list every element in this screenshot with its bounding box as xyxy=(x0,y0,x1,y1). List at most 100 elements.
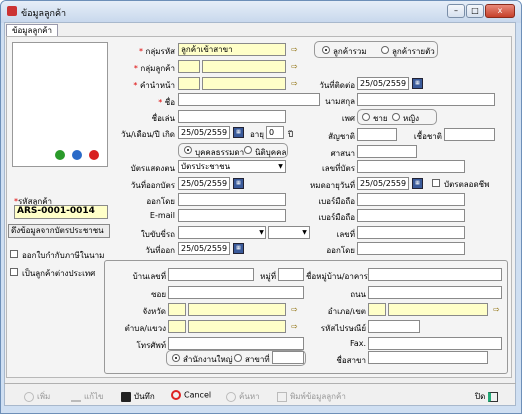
subdistrict-code-field[interactable] xyxy=(168,320,186,333)
province-lookup-icon[interactable]: ⇨ xyxy=(289,304,300,315)
subdistrict-lookup-icon[interactable]: ⇨ xyxy=(289,321,300,332)
nationality-field[interactable] xyxy=(357,128,397,141)
refresh-photo-icon[interactable] xyxy=(72,150,82,160)
card-number-field[interactable] xyxy=(357,160,465,173)
license-issue-field[interactable]: 25/05/2559 xyxy=(178,242,230,255)
issued-by-field[interactable] xyxy=(178,193,286,206)
house-number-field[interactable] xyxy=(168,268,254,281)
printer-icon xyxy=(277,391,287,402)
license-number-field[interactable] xyxy=(357,226,465,239)
group-code-field[interactable]: ลูกค้าเข้าสาขา xyxy=(178,43,286,56)
group-code-lookup-icon[interactable]: ⇨ xyxy=(289,44,300,55)
license-issued-by-field[interactable] xyxy=(357,242,465,255)
headquarter-radio[interactable] xyxy=(172,354,180,362)
expire-date-field[interactable]: 25/05/2559 xyxy=(357,177,409,190)
customer-photo[interactable] xyxy=(12,42,108,167)
issue-date-field[interactable]: 25/05/2559 xyxy=(178,177,230,190)
prefix-lookup-icon[interactable]: ⇨ xyxy=(289,78,300,89)
province-code-field[interactable] xyxy=(168,303,186,316)
search-icon xyxy=(226,391,236,402)
license-number-label: เลขที่ xyxy=(336,230,355,239)
district-lookup-icon[interactable]: ⇨ xyxy=(491,304,502,315)
single-customer-radio[interactable] xyxy=(381,46,389,54)
save-button[interactable]: บันทึก xyxy=(121,390,155,403)
birthdate-field[interactable]: 25/05/2559 xyxy=(178,126,230,139)
all-customers-radio[interactable] xyxy=(322,46,330,54)
tax-invoice-checkbox[interactable] xyxy=(10,250,18,258)
cancel-icon xyxy=(171,390,181,400)
add-button[interactable]: เพิ่ม xyxy=(24,390,50,403)
add-photo-icon[interactable] xyxy=(55,150,65,160)
license-issue-label: วันที่ออก xyxy=(145,246,175,255)
female-label: หญิง xyxy=(403,114,419,123)
save-icon xyxy=(121,391,131,402)
issue-date-calendar-icon[interactable]: ▦ xyxy=(233,178,244,189)
minimize-button[interactable]: – xyxy=(447,4,465,18)
nickname-field[interactable] xyxy=(178,110,286,123)
customer-group-lookup-icon[interactable]: ⇨ xyxy=(289,61,300,72)
village-field[interactable] xyxy=(368,268,502,281)
branch-radio[interactable] xyxy=(234,354,242,362)
mobile2-field[interactable] xyxy=(357,209,465,222)
customer-group-code-field[interactable] xyxy=(178,60,200,73)
male-radio[interactable] xyxy=(362,113,370,121)
religion-field[interactable] xyxy=(357,145,417,158)
app-icon xyxy=(7,6,17,16)
email-field[interactable] xyxy=(178,209,286,222)
expire-date-calendar-icon[interactable]: ▦ xyxy=(412,178,423,189)
mobile1-field[interactable] xyxy=(357,193,465,206)
province-label: จังหวัด xyxy=(142,307,166,316)
license-type-dropdown-icon[interactable]: ▼ xyxy=(300,227,309,238)
edit-button[interactable]: แก้ไข xyxy=(71,390,104,403)
road-field[interactable] xyxy=(368,286,502,299)
age-label: อายุ xyxy=(250,130,264,139)
district-code-field[interactable] xyxy=(368,303,386,316)
close-window-button[interactable]: x xyxy=(485,4,515,18)
moo-label: หมู่ที่ xyxy=(260,272,276,281)
juristic-radio[interactable] xyxy=(244,146,252,154)
foreign-customer-checkbox[interactable] xyxy=(10,268,18,276)
juristic-label: นิติบุคคล xyxy=(255,148,287,157)
customer-id-field[interactable]: ARS-0001-0014 xyxy=(14,205,108,219)
postcode-field[interactable] xyxy=(368,320,420,333)
district-field[interactable] xyxy=(388,303,488,316)
soi-field[interactable] xyxy=(168,286,304,299)
prefix-field[interactable] xyxy=(202,77,286,90)
cancel-button[interactable]: Cancel xyxy=(171,390,211,400)
lifetime-card-checkbox[interactable] xyxy=(432,179,440,187)
branch-name-field[interactable] xyxy=(368,351,488,364)
maximize-button[interactable]: □ xyxy=(466,4,484,18)
fax-field[interactable] xyxy=(368,337,502,350)
race-field[interactable] xyxy=(444,128,495,141)
birthdate-calendar-icon[interactable]: ▦ xyxy=(233,127,244,138)
contact-date-calendar-icon[interactable]: ▦ xyxy=(412,78,423,89)
delete-photo-icon[interactable] xyxy=(89,150,99,160)
driving-license-select[interactable] xyxy=(178,226,266,239)
prefix-code-field[interactable] xyxy=(178,77,200,90)
card-type-dropdown-icon[interactable]: ▼ xyxy=(276,161,285,172)
name-field[interactable] xyxy=(178,93,320,106)
phone-field[interactable] xyxy=(168,337,304,350)
subdistrict-label: ตำบล/แขวง xyxy=(124,324,166,333)
individual-label: บุคคลธรรมดา xyxy=(195,148,245,157)
search-button[interactable]: ค้นหา xyxy=(226,390,260,403)
surname-field[interactable] xyxy=(357,93,495,106)
contact-date-field[interactable]: 25/05/2559 xyxy=(357,77,409,90)
add-icon xyxy=(24,391,34,402)
female-radio[interactable] xyxy=(392,113,400,121)
moo-field[interactable] xyxy=(278,268,304,281)
individual-radio[interactable] xyxy=(184,146,192,154)
age-field[interactable]: 0 xyxy=(266,126,284,139)
read-idcard-button[interactable]: ดึงข้อมูลจากบัตรประชาชน xyxy=(8,224,110,238)
customer-group-field[interactable] xyxy=(202,60,286,73)
issue-date-label: วันที่ออกบัตร xyxy=(130,181,175,190)
print-button[interactable]: พิมพ์ข้อมูลลูกค้า xyxy=(277,390,346,403)
province-field[interactable] xyxy=(188,303,286,316)
license-issue-calendar-icon[interactable]: ▦ xyxy=(233,243,244,254)
branch-number-field[interactable] xyxy=(272,351,304,364)
card-type-select[interactable]: บัตรประชาชน xyxy=(178,160,286,173)
close-button[interactable]: ปิด xyxy=(475,390,501,403)
license-dropdown-icon[interactable]: ▼ xyxy=(257,227,266,238)
age-unit-label: ปี xyxy=(288,130,294,139)
subdistrict-field[interactable] xyxy=(188,320,286,333)
